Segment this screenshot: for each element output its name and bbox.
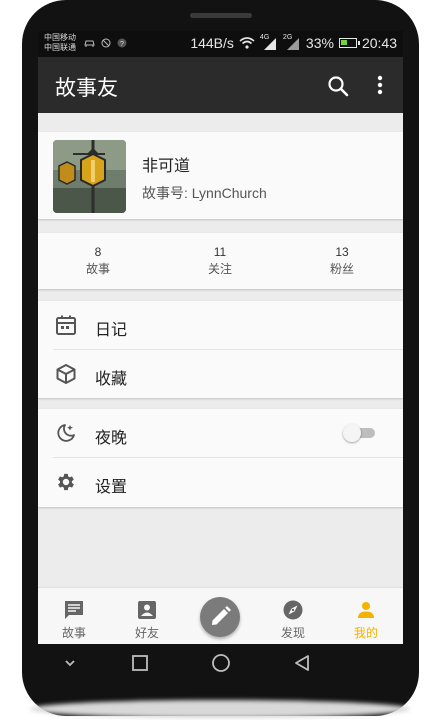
menu-label: 夜晚 [95, 430, 128, 447]
contact-icon [138, 601, 156, 619]
phone-shadow [30, 700, 410, 718]
svg-text:?: ? [120, 41, 124, 48]
notification-icons: ? [84, 38, 127, 48]
chevron-down-icon[interactable] [60, 653, 80, 673]
avatar-lantern-image [53, 140, 126, 213]
net-speed: 144B/s [190, 35, 234, 51]
stat-label: 关注 [207, 262, 232, 276]
stat-following[interactable]: 11 关注 [160, 244, 280, 278]
story-id-label: 故事号: [142, 185, 188, 201]
bottom-navigation: 故事 好友 发现 我的 [38, 587, 403, 644]
menu-label: 设置 [95, 479, 128, 496]
nav-friends[interactable]: 好友 [111, 588, 183, 644]
nav-discover[interactable]: 发现 [257, 588, 329, 644]
battery-icon [338, 38, 360, 48]
compass-icon [283, 600, 303, 620]
profile-card[interactable]: 非可道 故事号: LynnChurch [38, 132, 403, 219]
recent-apps-icon[interactable] [130, 653, 150, 673]
story-id-value: LynnChurch [191, 185, 267, 201]
stat-count: 11 [213, 245, 227, 259]
night-moon-icon [57, 424, 75, 442]
nav-label: 发现 [280, 626, 305, 640]
app-title: 故事友 [55, 77, 118, 100]
menu-item-night[interactable]: 夜晚 [38, 409, 403, 458]
nav-label: 我的 [353, 626, 378, 640]
menu-group-1: 日记 收藏 [38, 301, 403, 398]
nav-mine[interactable]: 我的 [330, 588, 402, 644]
toggle-knob [343, 424, 361, 442]
carrier-2: 中国联通 [44, 43, 76, 52]
more-vert-icon[interactable] [374, 73, 386, 97]
story-id-row: 故事号: LynnChurch [142, 183, 267, 203]
stat-count: 8 [94, 245, 102, 259]
edit-pencil-icon [212, 606, 231, 625]
system-nav-bar [38, 644, 403, 682]
stat-stories[interactable]: 8 故事 [38, 244, 158, 278]
menu-label: 日记 [95, 322, 128, 339]
search-icon[interactable] [326, 74, 350, 98]
menu-group-2: 夜晚 设置 [38, 409, 403, 507]
status-bar: 中国移动 中国联通 ? 144B/s 4G 2G 33% 20:43 [38, 31, 403, 57]
menu-item-settings[interactable]: 设置 [38, 458, 403, 507]
stat-label: 故事 [85, 262, 110, 276]
user-name: 非可道 [142, 158, 191, 175]
clock: 20:43 [361, 35, 397, 51]
signal-2g: 2G [283, 34, 301, 50]
nav-label: 故事 [61, 626, 86, 640]
gear-icon [58, 473, 74, 491]
battery-percent: 33% [305, 35, 334, 51]
nav-stories[interactable]: 故事 [38, 588, 110, 644]
help-icon: ? [117, 38, 127, 48]
signal-4g: 4G [260, 34, 278, 50]
car-icon [84, 40, 95, 47]
stat-count: 13 [335, 245, 349, 259]
compose-fab[interactable] [200, 597, 240, 637]
person-icon [358, 602, 374, 618]
phone-speaker [190, 13, 252, 18]
wifi-icon [239, 37, 255, 49]
menu-label: 收藏 [95, 371, 128, 388]
box-icon [56, 364, 76, 384]
status-right: 144B/s 4G 2G 33% 20:43 [190, 34, 397, 51]
home-icon[interactable] [211, 653, 231, 673]
chat-icon [65, 601, 83, 619]
avatar[interactable] [53, 140, 126, 213]
signal-icon [286, 38, 299, 50]
signal-icon [263, 38, 276, 50]
nav-label: 好友 [134, 626, 159, 640]
stats-card: 8 故事 11 关注 13 粉丝 [38, 233, 403, 289]
menu-item-diary[interactable]: 日记 [38, 301, 403, 350]
stat-followers[interactable]: 13 粉丝 [282, 244, 402, 278]
app-screen: 中国移动 中国联通 ? 144B/s 4G 2G 33% 20:43 故事友 非… [38, 31, 403, 644]
night-mode-toggle[interactable] [343, 424, 375, 442]
back-icon[interactable] [292, 653, 312, 673]
carrier-1: 中国移动 [44, 33, 76, 42]
calendar-icon [56, 315, 76, 335]
menu-item-favorites[interactable]: 收藏 [38, 350, 403, 399]
stat-label: 粉丝 [329, 262, 354, 276]
blocked-icon [101, 38, 111, 48]
carrier-info: 中国移动 中国联通 [44, 33, 76, 53]
app-bar: 故事友 [38, 57, 403, 113]
